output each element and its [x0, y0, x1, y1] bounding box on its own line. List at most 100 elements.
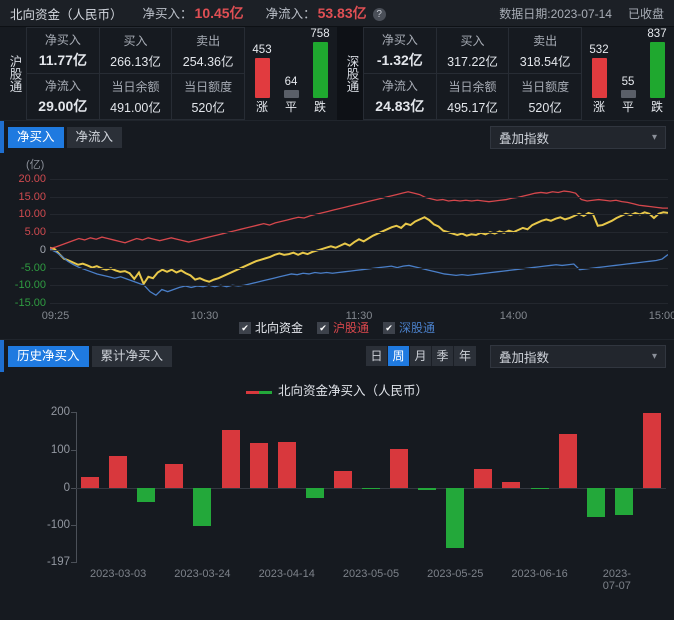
data-date-label: 数据日期:2023-07-14: [499, 5, 612, 22]
bar-chart-x-tick: 2023-06-16: [511, 568, 567, 580]
header-net-buy-label: 净买入：: [143, 3, 193, 22]
breadth-up: 532 涨: [589, 44, 609, 114]
bar-chart-x-tick: 2023-07-07: [603, 568, 645, 592]
legend-checkbox-2[interactable]: ✔: [383, 322, 395, 334]
cell-day-balance-label: 当日余额: [111, 78, 159, 95]
bar-chart-y-tick: -100: [8, 519, 70, 531]
breadth-down-count: 758: [310, 28, 329, 40]
gridline: [50, 179, 668, 180]
cell-net-inflow-value: 29.00亿: [38, 96, 87, 116]
period-button-4[interactable]: 年: [454, 346, 476, 366]
breadth-down: 758 跌: [310, 28, 330, 114]
bar-chart-tick-mark: [71, 562, 77, 563]
stats-panels: 沪股通 净买入 11.77亿 买入 266.13亿 卖出 254.36亿 净流入…: [0, 27, 674, 120]
bar-chart-bar: [334, 471, 352, 488]
legend-item-北向资金[interactable]: ✔北向资金: [239, 319, 303, 336]
gridline: [50, 250, 668, 251]
bar-chart-bar: [531, 488, 549, 490]
header-net-inflow-value: 53.83亿: [318, 3, 367, 23]
cell-day-quota-value: 520亿: [528, 97, 561, 116]
tab-history-net-buy[interactable]: 历史净买入: [8, 346, 89, 367]
cell-buy-value: 266.13亿: [110, 51, 161, 70]
overlay-index-dropdown-value: 叠加指数: [499, 128, 549, 147]
bar-chart-bar: [418, 488, 436, 491]
gridline: [50, 268, 668, 269]
cell-buy-label: 买入: [460, 32, 484, 49]
breadth-up-bar: [592, 58, 607, 98]
breadth-bars-shanghai: 453 涨 64 平 758 跌: [245, 27, 337, 120]
help-icon[interactable]: ?: [373, 8, 386, 21]
breadth-flat: 64 平: [281, 76, 301, 114]
cell-sell-value: 254.36亿: [183, 51, 234, 70]
line-chart-y-tick: 0: [0, 244, 46, 256]
cell-net-buy: 净买入 11.77亿: [27, 28, 100, 74]
bar-chart-bar: [278, 442, 296, 487]
breadth-up-label: 涨: [256, 101, 268, 114]
breadth-down-count: 837: [647, 28, 666, 40]
cell-day-quota-label: 当日额度: [184, 78, 232, 95]
legend-checkbox-0[interactable]: ✔: [239, 322, 251, 334]
legend-checkbox-1[interactable]: ✔: [317, 322, 329, 334]
cell-day-balance-value: 491.00亿: [110, 97, 161, 116]
overlay-index-dropdown[interactable]: 叠加指数 ▾: [490, 126, 666, 149]
cell-day-quota-label: 当日额度: [521, 78, 569, 95]
tab-cumulative-net-buy[interactable]: 累计净买入: [92, 346, 173, 367]
legend-item-深股通[interactable]: ✔ 深股通: [383, 319, 435, 336]
bar-chart-y-tick: 200: [8, 406, 70, 418]
panel-shenzhen-cells: 净买入 -1.32亿 买入 317.22亿 卖出 318.54亿 净流入 24.…: [363, 27, 582, 120]
bar-chart-y-tick: 100: [8, 444, 70, 456]
legend-item-沪股通[interactable]: ✔ 沪股通: [317, 319, 369, 336]
breadth-up: 453 涨: [252, 44, 272, 114]
header-right-info: 数据日期:2023-07-14 已收盘: [499, 0, 664, 27]
bar-chart-x-tick: 2023-05-05: [343, 568, 399, 580]
breadth-down: 837 跌: [647, 28, 667, 114]
tab-net-inflow[interactable]: 净流入: [67, 127, 123, 148]
line-chart-legend: ✔北向资金✔沪股通✔深股通: [0, 319, 674, 336]
legend-label-1: 沪股通: [333, 319, 369, 336]
history-overlay-index-dropdown-value: 叠加指数: [499, 347, 549, 366]
breadth-bars-shenzhen: 532 涨 55 平 837 跌: [582, 27, 674, 120]
line-chart-y-tick: -5.00: [0, 262, 46, 274]
period-button-3[interactable]: 季: [432, 346, 454, 366]
bar-chart-legend-marker: [246, 383, 272, 397]
cell-buy: 买入 266.13亿: [100, 28, 173, 74]
period-button-0[interactable]: 日: [366, 346, 388, 366]
bar-chart-x-axis: 2023-03-032023-03-242023-04-142023-05-05…: [76, 568, 666, 582]
period-button-1[interactable]: 周: [388, 346, 410, 366]
bar-chart-plot-area: [76, 412, 666, 562]
green-dash-icon: [259, 391, 272, 394]
breadth-up-count: 532: [589, 44, 608, 56]
cell-net-inflow: 净流入 29.00亿: [27, 74, 100, 120]
bar-chart-bar: [474, 469, 492, 488]
header-net-inflow: 净流入： 53.83亿 ?: [266, 3, 386, 23]
cell-day-balance: 当日余额 491.00亿: [100, 74, 173, 120]
period-button-2[interactable]: 月: [410, 346, 432, 366]
panel-shanghai-connect: 沪股通 净买入 11.77亿 买入 266.13亿 卖出 254.36亿 净流入…: [0, 27, 337, 120]
bar-chart-bar: [587, 488, 605, 517]
page-title: 北向资金（人民币）: [10, 4, 123, 23]
line-chart-y-tick: -15.00: [0, 297, 46, 309]
bar-chart-bar: [446, 488, 464, 548]
bar-chart-bar: [502, 482, 520, 487]
gridline: [50, 232, 668, 233]
red-dash-icon: [246, 391, 259, 394]
tab-net-buy[interactable]: 净买入: [8, 127, 64, 148]
breadth-flat-count: 55: [622, 76, 635, 88]
line-series-北向资金: [50, 212, 668, 284]
history-overlay-index-dropdown[interactable]: 叠加指数 ▾: [490, 345, 666, 368]
bar-chart-bar: [362, 488, 380, 490]
cell-day-balance-label: 当日余额: [448, 78, 496, 95]
cell-day-balance-value: 495.17亿: [447, 97, 498, 116]
line-chart-plot-area: [50, 179, 668, 303]
cell-day-quota: 当日额度 520亿: [509, 74, 582, 120]
bar-chart-x-tick: 2023-03-03: [90, 568, 146, 580]
breadth-up-count: 453: [252, 44, 271, 56]
legend-label-2: 深股通: [399, 319, 435, 336]
header-net-buy-value: 10.45亿: [195, 3, 244, 23]
cell-sell-label: 卖出: [196, 32, 220, 49]
line-chart-unit-label: (亿): [26, 156, 44, 172]
panel-label-shanghai: 沪股通: [0, 27, 26, 120]
cell-buy-value: 317.22亿: [447, 51, 498, 70]
panel-shanghai-cells: 净买入 11.77亿 买入 266.13亿 卖出 254.36亿 净流入 29.…: [26, 27, 245, 120]
line-chart-y-tick: 20.00: [0, 173, 46, 185]
